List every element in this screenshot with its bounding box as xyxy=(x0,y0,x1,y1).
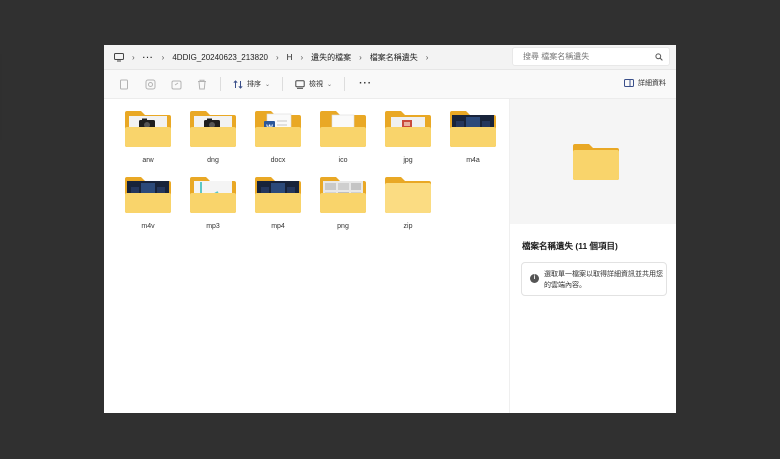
folder-icon: W xyxy=(255,111,301,147)
folder-name: m4a xyxy=(466,157,480,164)
folder-icon xyxy=(125,111,171,147)
breadcrumb: › ··· › 4DDIG_20240623_213820 › H › 遺失的檔… xyxy=(114,45,514,69)
folder-item[interactable]: jpg xyxy=(380,109,436,173)
file-explorer-window: › ··· › 4DDIG_20240623_213820 › H › 遺失的檔… xyxy=(104,45,676,413)
breadcrumb-item-lost-files[interactable]: 遺失的檔案 xyxy=(311,52,351,63)
folder-name: mp3 xyxy=(206,223,220,230)
details-pane-icon xyxy=(624,79,634,87)
chevron-right-icon: › xyxy=(300,52,304,62)
folder-icon xyxy=(125,177,171,213)
folder-name: zip xyxy=(403,223,413,230)
address-bar: › ··· › 4DDIG_20240623_213820 › H › 遺失的檔… xyxy=(104,45,676,70)
folder-item[interactable]: mp4 xyxy=(250,175,306,239)
preview-area xyxy=(510,99,676,224)
chevron-down-icon: ⌄ xyxy=(265,81,271,88)
share-icon[interactable] xyxy=(170,78,182,90)
folder-icon xyxy=(385,177,431,213)
view-icon xyxy=(295,79,305,89)
folder-icon xyxy=(255,177,301,213)
toolbar-divider xyxy=(282,77,284,91)
folder-icon xyxy=(320,177,366,213)
details-label: 詳細資料 xyxy=(638,80,666,87)
chevron-right-icon: › xyxy=(359,52,362,62)
folder-name: png xyxy=(337,223,349,230)
breadcrumb-item-drive-folder[interactable]: 4DDIG_20240623_213820 xyxy=(172,53,268,62)
folder-item[interactable]: arw xyxy=(120,109,176,173)
info-box: i 選取單一檔案以取得詳細資訊並共用您的雲端內容。 xyxy=(521,262,667,296)
folder-item[interactable]: zip xyxy=(380,175,436,239)
chevron-right-icon: › xyxy=(132,52,135,62)
folder-item[interactable]: ico xyxy=(315,109,371,173)
details-pane: 檔案名稱遺失 (11 個項目) i 選取單一檔案以取得詳細資訊並共用您的雲端內容… xyxy=(509,99,676,413)
folder-icon xyxy=(190,111,236,147)
breadcrumb-item-current[interactable]: 檔案名稱遺失 xyxy=(370,52,418,63)
info-icon: i xyxy=(530,274,539,283)
command-bar: 排序 ⌄ 檢視 ⌄ ··· 詳細資料 xyxy=(104,70,676,99)
chevron-right-icon: › xyxy=(275,52,279,62)
pane-title: 檔案名稱遺失 (11 個項目) xyxy=(522,241,618,251)
cut-icon[interactable] xyxy=(118,78,130,90)
see-more-button[interactable]: ··· xyxy=(359,79,372,89)
folder-icon xyxy=(385,111,431,147)
folder-item[interactable]: dng xyxy=(185,109,241,173)
folder-name: jpg xyxy=(403,157,413,164)
toolbar-divider xyxy=(344,77,346,91)
folder-item[interactable]: png xyxy=(315,175,371,239)
this-pc-icon[interactable] xyxy=(114,53,124,62)
file-list: arw dng Wdocx ico jpg m4a m4v mp3 mp4 png zip xyxy=(104,99,509,413)
folder-name: mp4 xyxy=(271,223,285,230)
folder-item[interactable]: m4v xyxy=(120,175,176,239)
view-button[interactable]: 檢視 ⌄ xyxy=(295,79,332,89)
info-text: 選取單一檔案以取得詳細資訊並共用您的雲端內容。 xyxy=(544,271,663,289)
view-label: 檢視 xyxy=(309,81,324,88)
details-pane-button[interactable]: 詳細資料 xyxy=(624,78,666,88)
chevron-right-icon[interactable]: › xyxy=(426,53,429,62)
copy-icon[interactable] xyxy=(144,78,156,90)
folder-name: arw xyxy=(142,157,154,164)
sort-label: 排序 xyxy=(247,81,261,88)
breadcrumb-item-h[interactable]: H xyxy=(287,53,293,62)
folder-icon xyxy=(450,111,496,147)
folder-item[interactable]: mp3 xyxy=(185,175,241,239)
folder-item[interactable]: m4a xyxy=(445,109,501,173)
search-placeholder: 搜尋 檔案名稱遺失 xyxy=(523,52,590,61)
folder-icon xyxy=(320,111,366,147)
window-left-edge xyxy=(0,54,2,140)
search-icon xyxy=(655,53,663,61)
sort-button[interactable]: 排序 ⌄ xyxy=(233,79,270,89)
chevron-right-icon: › xyxy=(161,52,165,62)
breadcrumb-overflow[interactable]: ··· xyxy=(143,53,154,62)
folder-large-icon xyxy=(573,144,619,180)
folder-name: docx xyxy=(270,157,286,164)
folder-name: dng xyxy=(207,157,219,164)
chevron-down-icon: ⌄ xyxy=(327,81,333,88)
toolbar-divider xyxy=(220,77,221,91)
folder-icon xyxy=(190,177,236,213)
delete-icon[interactable] xyxy=(196,78,208,90)
search-input[interactable]: 搜尋 檔案名稱遺失 xyxy=(512,47,670,66)
folder-name: ico xyxy=(338,157,348,164)
folder-item[interactable]: Wdocx xyxy=(250,109,306,173)
sort-icon xyxy=(233,79,243,89)
folder-name: m4v xyxy=(141,223,155,230)
